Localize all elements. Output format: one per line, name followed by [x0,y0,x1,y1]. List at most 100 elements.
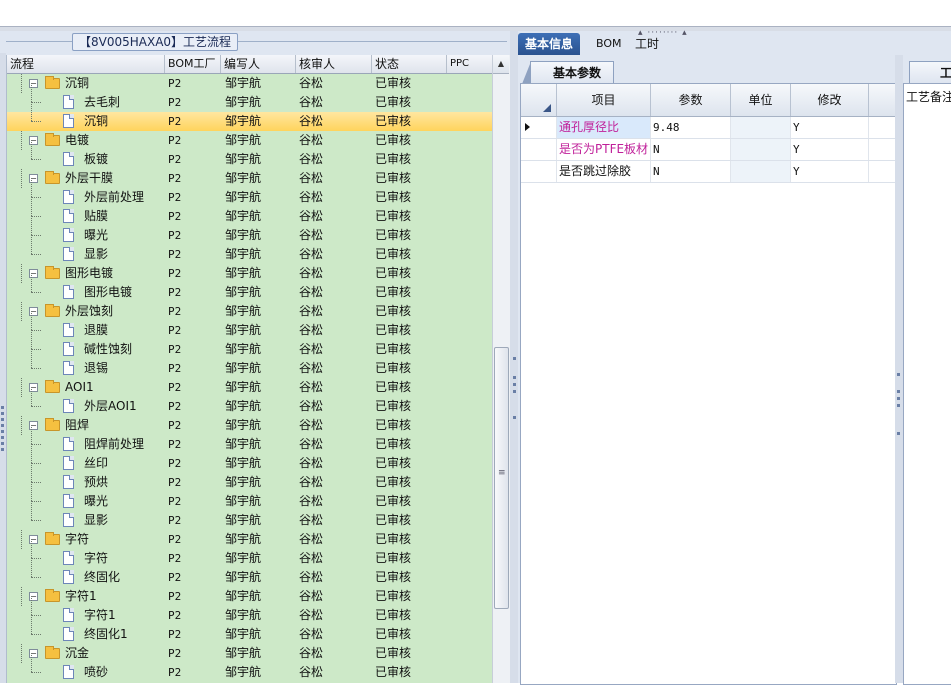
table-row[interactable]: − AOI1 P2 邹宇航 谷松 已审核 [7,378,493,397]
table-row[interactable]: 外层前处理 P2 邹宇航 谷松 已审核 [7,188,493,207]
table-row[interactable]: 贴膜 P2 邹宇航 谷松 已审核 [7,207,493,226]
table-row[interactable]: − 沉金 P2 邹宇航 谷松 已审核 [7,644,493,663]
table-row[interactable]: − 电镀 P2 邹宇航 谷松 已审核 [7,131,493,150]
table-row[interactable]: 图形电镀 P2 邹宇航 谷松 已审核 [7,283,493,302]
row-header[interactable] [521,117,557,138]
param-row[interactable]: 是否跳过除胶 N Y [521,161,896,183]
table-row[interactable]: 曝光 P2 邹宇航 谷松 已审核 [7,492,493,511]
param-row[interactable]: 通孔厚径比 9.48 Y [521,117,896,139]
tree-vertical-scrollbar[interactable]: ▲ ≡ [492,55,510,683]
tab-basic-params[interactable]: 基本参数 [530,61,615,84]
bom-factory-cell: P2 [168,381,182,394]
document-icon [63,228,74,242]
column-header-bom-factory[interactable]: BOM工厂 [165,55,221,73]
author-cell: 邹宇航 [225,342,262,356]
param-value-cell[interactable]: 9.48 [651,117,731,138]
table-row[interactable]: − 沉铜 P2 邹宇航 谷松 已审核 [7,74,493,93]
param-modified-cell[interactable]: Y [791,161,869,182]
document-icon [63,665,74,679]
param-item-cell[interactable]: 是否为PTFE板材 [557,139,651,160]
param-value-cell[interactable]: N [651,161,731,182]
table-row[interactable]: − 外层干膜 P2 邹宇航 谷松 已审核 [7,169,493,188]
bom-factory-cell: P2 [168,267,182,280]
param-unit-cell[interactable] [731,117,791,138]
tree-connector [21,131,22,150]
reviewer-cell: 谷松 [299,399,324,413]
table-row[interactable]: 终固化1 P2 邹宇航 谷松 已审核 [7,625,493,644]
reviewer-cell: 谷松 [299,551,324,565]
table-row[interactable]: − 图形电镀 P2 邹宇航 谷松 已审核 [7,264,493,283]
bom-factory-cell: P2 [168,229,182,242]
table-row[interactable]: − 阻焊 P2 邹宇航 谷松 已审核 [7,416,493,435]
bom-factory-cell: P2 [168,609,182,622]
tree-node-label: 字符1 [84,608,116,622]
tab-process-notes[interactable]: 工 [909,61,951,83]
table-row[interactable]: 板镀 P2 邹宇航 谷松 已审核 [7,150,493,169]
column-header-flow[interactable]: 流程 [7,55,165,73]
table-row[interactable]: 碱性蚀刻 P2 邹宇航 谷松 已审核 [7,340,493,359]
table-row[interactable]: 丝印 P2 邹宇航 谷松 已审核 [7,454,493,473]
table-row[interactable]: 外层AOI1 P2 邹宇航 谷松 已审核 [7,397,493,416]
status-cell: 已审核 [375,589,412,603]
column-header-reviewer[interactable]: 核审人 [296,55,372,73]
column-header-unit[interactable]: 单位 [731,84,791,116]
table-row[interactable]: 终固化 P2 邹宇航 谷松 已审核 [7,568,493,587]
column-header-modified[interactable]: 修改 [791,84,869,116]
table-row[interactable]: 沉铜 P2 邹宇航 谷松 已审核 [7,112,493,131]
tab-bom[interactable]: BOM [589,33,629,55]
table-row[interactable]: − 字符1 P2 邹宇航 谷松 已审核 [7,587,493,606]
table-row[interactable]: 显影 P2 邹宇航 谷松 已审核 [7,245,493,264]
tree-connector [31,406,41,407]
param-row[interactable]: 是否为PTFE板材 N Y [521,139,896,161]
table-row[interactable]: 显影 P2 邹宇航 谷松 已审核 [7,511,493,530]
status-cell: 已审核 [375,133,412,147]
tab-basic-info[interactable]: 基本信息 [518,33,581,55]
param-item-cell[interactable]: 是否跳过除胶 [557,161,651,182]
table-row[interactable]: 喷砂 P2 邹宇航 谷松 已审核 [7,663,493,682]
row-header[interactable] [521,139,557,160]
param-grid-header: 项目 参数 单位 修改 [521,84,896,117]
param-grid[interactable]: 项目 参数 单位 修改 通孔厚径比 9.48 Y 是否为PTFE板材 N Y 是否跳过除胶 N… [520,83,897,685]
table-row[interactable]: 退膜 P2 邹宇航 谷松 已审核 [7,321,493,340]
status-cell: 已审核 [375,551,412,565]
tree-connector [31,254,41,255]
detail-splitter[interactable] [895,55,903,683]
tree-connector [21,587,22,606]
tree-connector [21,416,22,435]
process-notes-box[interactable]: 工艺备注 [903,83,951,685]
table-row[interactable]: 曝光 P2 邹宇航 谷松 已审核 [7,226,493,245]
table-row[interactable]: − 字符 P2 邹宇航 谷松 已审核 [7,530,493,549]
param-modified-cell[interactable]: Y [791,139,869,160]
scroll-up-arrow-icon[interactable]: ▲ [493,55,509,74]
table-row[interactable]: 预烘 P2 邹宇航 谷松 已审核 [7,473,493,492]
column-header-item[interactable]: 项目 [557,84,651,116]
main-splitter[interactable] [510,31,518,683]
param-item-cell[interactable]: 通孔厚径比 [557,117,651,138]
status-cell: 已审核 [375,342,412,356]
scroll-thumb[interactable]: ≡ [494,347,509,609]
reviewer-cell: 谷松 [299,437,324,451]
param-unit-cell[interactable] [731,161,791,182]
bom-factory-cell: P2 [168,533,182,546]
table-row[interactable]: 字符1 P2 邹宇航 谷松 已审核 [7,606,493,625]
tree-connector [31,197,32,216]
tree-connector [21,644,22,663]
row-header-corner[interactable] [521,84,557,116]
reviewer-cell: 谷松 [299,570,324,584]
param-value-cell[interactable]: N [651,139,731,160]
table-row[interactable]: 退锡 P2 邹宇航 谷松 已审核 [7,359,493,378]
param-unit-cell[interactable] [731,139,791,160]
column-header-status[interactable]: 状态 [372,55,447,73]
param-modified-cell[interactable]: Y [791,117,869,138]
column-header-author[interactable]: 编写人 [221,55,296,73]
document-icon [63,323,74,337]
author-cell: 邹宇航 [225,323,262,337]
table-row[interactable]: − 外层蚀刻 P2 邹宇航 谷松 已审核 [7,302,493,321]
column-header-ppc[interactable]: PPC [447,55,493,73]
table-row[interactable]: 阻焊前处理 P2 邹宇航 谷松 已审核 [7,435,493,454]
table-row[interactable]: 去毛刺 P2 邹宇航 谷松 已审核 [7,93,493,112]
table-row[interactable]: 字符 P2 邹宇航 谷松 已审核 [7,549,493,568]
column-header-value[interactable]: 参数 [651,84,731,116]
process-tree-grid[interactable]: 流程 BOM工厂 编写人 核审人 状态 PPC − 沉铜 P2 邹宇航 谷松 已审核 去毛刺… [6,55,493,683]
row-header[interactable] [521,161,557,182]
